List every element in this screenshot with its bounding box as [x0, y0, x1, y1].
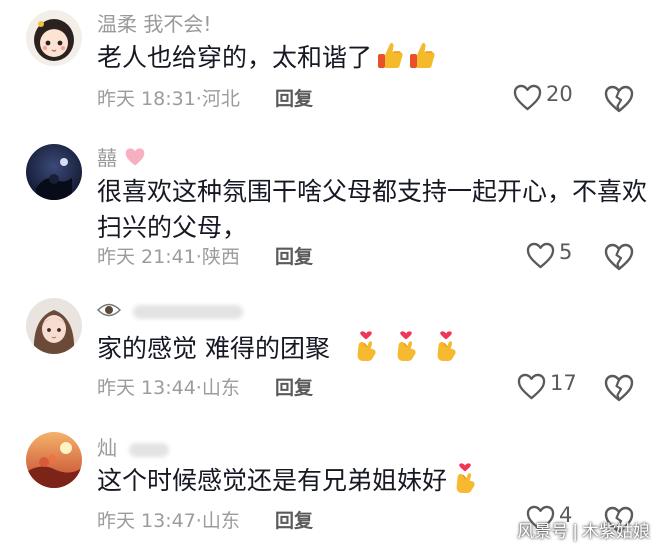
- comment-meta: 昨天 13:47·山东: [97, 510, 240, 532]
- like-button[interactable]: 5: [526, 240, 616, 270]
- watermark: 风景号 | 木紫姑娘: [517, 522, 650, 542]
- like-count: 17: [550, 371, 577, 395]
- finger-heart-icon: [451, 463, 479, 493]
- comment-text: 很喜欢这种氛围干啥父母都支持一起开心，不喜欢 扫兴的父母，: [97, 177, 648, 242]
- like-button[interactable]: 20: [513, 82, 603, 112]
- heart-outline-icon: [517, 373, 546, 400]
- avatar-sunset-icon: [26, 432, 82, 488]
- avatar-cartoon-girl-icon: [26, 10, 82, 66]
- heart-outline-icon: [526, 242, 555, 269]
- thumbs-up-icon: [376, 40, 404, 70]
- comment-meta: 昨天 18:31·河北: [97, 88, 240, 110]
- username[interactable]: 灿: [97, 432, 170, 461]
- pink-heart-icon: [126, 148, 145, 166]
- blurred-username: [133, 304, 244, 319]
- username[interactable]: [97, 298, 244, 322]
- avatar-night-sky-icon: [26, 144, 82, 200]
- comment-text: 这个时候感觉还是有兄弟姐妹好: [97, 463, 637, 499]
- broken-heart-icon[interactable]: [604, 84, 634, 114]
- like-button[interactable]: 17: [517, 371, 607, 401]
- comment-meta: 昨天 21:41·陕西: [97, 246, 240, 268]
- thumbs-up-icon: [408, 40, 436, 70]
- heart-outline-icon: [513, 84, 542, 111]
- like-count: 20: [546, 82, 573, 106]
- reply-button[interactable]: 回复: [275, 84, 313, 111]
- blurred-username: [129, 442, 170, 457]
- finger-heart-icon: [432, 331, 460, 361]
- username[interactable]: 囍: [97, 142, 147, 171]
- avatar-anime-girl-icon: [26, 298, 82, 354]
- comment-text: 老人也给穿的，太和谐了: [97, 40, 637, 76]
- avatar[interactable]: [26, 10, 82, 66]
- avatar[interactable]: [26, 298, 82, 354]
- reply-button[interactable]: 回复: [275, 242, 313, 269]
- eye-icon: [97, 303, 121, 317]
- avatar[interactable]: [26, 144, 82, 200]
- finger-heart-icon: [352, 331, 380, 361]
- reply-button[interactable]: 回复: [275, 373, 313, 400]
- comment-text: 家的感觉 难得的团聚: [97, 331, 637, 367]
- reply-button[interactable]: 回复: [275, 506, 313, 533]
- username[interactable]: 温柔 我不会!: [97, 8, 211, 37]
- comment-meta: 昨天 13:44·山东: [97, 377, 240, 399]
- broken-heart-icon[interactable]: [604, 242, 634, 272]
- like-count: 5: [559, 240, 573, 264]
- avatar[interactable]: [26, 432, 82, 488]
- broken-heart-icon[interactable]: [604, 373, 634, 403]
- finger-heart-icon: [392, 331, 420, 361]
